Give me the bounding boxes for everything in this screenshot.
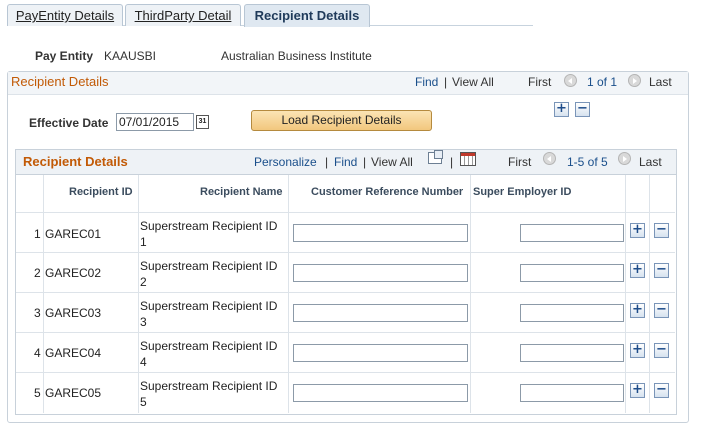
previous-icon[interactable]: [564, 74, 577, 87]
col-divider: [288, 175, 289, 413]
grid-previous-icon[interactable]: [543, 152, 556, 165]
recipient-name-line2: 5: [140, 395, 147, 409]
super-employer-id-input[interactable]: [520, 264, 624, 282]
tab-thirdparty-detail[interactable]: ThirdParty Detail: [125, 4, 241, 26]
col-divider: [625, 175, 626, 413]
customer-reference-number-input[interactable]: [293, 264, 468, 282]
next-icon[interactable]: [628, 74, 641, 87]
col-header-recipient-id[interactable]: Recipient ID: [69, 174, 133, 211]
recipient-name-line1: Superstream Recipient ID: [140, 299, 278, 313]
recipient-name-line1: Superstream Recipient ID: [140, 379, 278, 393]
first-label: First: [528, 75, 552, 89]
grid-row-range: 1-5 of 5: [567, 155, 608, 169]
nav-separator: |: [444, 75, 448, 89]
recipient-name-line2: 4: [140, 355, 147, 369]
grid-find-link[interactable]: Find: [334, 155, 357, 169]
recipient-details-group-header: [8, 72, 688, 95]
delete-row-icon[interactable]: −: [654, 263, 669, 278]
add-row-icon[interactable]: +: [630, 263, 645, 278]
recipient-name-line2: 3: [140, 315, 147, 329]
recipient-id-value: GAREC03: [45, 306, 102, 320]
delete-row-icon[interactable]: −: [654, 223, 669, 238]
col-header-recipient-name[interactable]: Recipient Name: [200, 174, 283, 211]
super-employer-id-input[interactable]: [520, 344, 624, 362]
pay-entity-name: Australian Business Institute: [221, 49, 372, 63]
delete-row-icon[interactable]: −: [654, 303, 669, 318]
recipient-id-value: GAREC01: [45, 227, 102, 241]
col-divider: [649, 175, 650, 413]
row-number: 3: [34, 306, 41, 320]
row-divider: [16, 372, 675, 373]
grid-view-all-link[interactable]: View All: [371, 155, 413, 169]
tab-recipient-details[interactable]: Recipient Details: [244, 4, 370, 27]
last-label: Last: [649, 75, 672, 89]
personalize-link[interactable]: Personalize: [254, 155, 317, 169]
row-number: 1: [34, 227, 41, 241]
recipient-group-title: Recipient Details: [11, 74, 109, 89]
row-divider: [16, 252, 675, 253]
download-spreadsheet-icon[interactable]: [460, 152, 476, 166]
recipient-id-value: GAREC05: [45, 386, 102, 400]
customer-reference-number-input[interactable]: [293, 344, 468, 362]
delete-row-icon[interactable]: −: [654, 343, 669, 358]
grid-separator: |: [450, 155, 454, 169]
view-all-link[interactable]: View All: [452, 75, 494, 89]
row-divider: [16, 332, 675, 333]
row-number: 5: [34, 386, 41, 400]
add-row-icon[interactable]: +: [554, 102, 569, 117]
customer-reference-number-input[interactable]: [293, 224, 468, 242]
effective-date-input[interactable]: [116, 113, 194, 131]
row-range: 1 of 1: [587, 75, 618, 89]
recipient-name-line1: Superstream Recipient ID: [140, 219, 278, 233]
grid-title: Recipient Details: [23, 154, 128, 169]
super-employer-id-input[interactable]: [520, 304, 624, 322]
col-header-super-employer-id[interactable]: Super Employer ID: [473, 174, 571, 211]
add-row-icon[interactable]: +: [630, 303, 645, 318]
col-header-customer-reference-number[interactable]: Customer Reference Number: [311, 174, 463, 211]
delete-row-icon[interactable]: −: [654, 383, 669, 398]
pay-entity-label: Pay Entity: [35, 49, 94, 63]
delete-row-icon[interactable]: −: [575, 102, 590, 117]
find-link[interactable]: Find: [415, 75, 438, 89]
new-window-icon[interactable]: [428, 150, 443, 164]
effective-date-label: Effective Date: [29, 116, 109, 130]
calendar-icon[interactable]: 31: [196, 115, 209, 129]
grid-first-label: First: [508, 155, 532, 169]
recipient-name-line2: 2: [140, 275, 147, 289]
add-row-icon[interactable]: +: [630, 223, 645, 238]
grid-last-label: Last: [639, 155, 662, 169]
recipient-name-line1: Superstream Recipient ID: [140, 259, 278, 273]
add-row-icon[interactable]: +: [630, 383, 645, 398]
add-row-icon[interactable]: +: [630, 343, 645, 358]
grid-separator: |: [363, 155, 367, 169]
pay-entity-code: KAAUSBI: [104, 49, 157, 63]
super-employer-id-input[interactable]: [520, 224, 624, 242]
recipient-id-value: GAREC02: [45, 266, 102, 280]
recipient-name-line2: 1: [140, 235, 147, 249]
grid-next-icon[interactable]: [618, 152, 631, 165]
tab-payentity-details[interactable]: PayEntity Details: [7, 4, 123, 26]
row-number: 2: [34, 266, 41, 280]
row-number: 4: [34, 346, 41, 360]
row-divider: [16, 292, 675, 293]
super-employer-id-input[interactable]: [520, 384, 624, 402]
customer-reference-number-input[interactable]: [293, 304, 468, 322]
grid-separator: |: [325, 155, 329, 169]
load-recipient-details-button[interactable]: Load Recipient Details: [251, 110, 432, 131]
col-divider: [138, 175, 139, 413]
col-divider: [43, 175, 44, 413]
col-divider: [470, 175, 471, 413]
recipient-id-value: GAREC04: [45, 346, 102, 360]
recipient-name-line1: Superstream Recipient ID: [140, 339, 278, 353]
row-divider: [16, 212, 675, 213]
customer-reference-number-input[interactable]: [293, 384, 468, 402]
